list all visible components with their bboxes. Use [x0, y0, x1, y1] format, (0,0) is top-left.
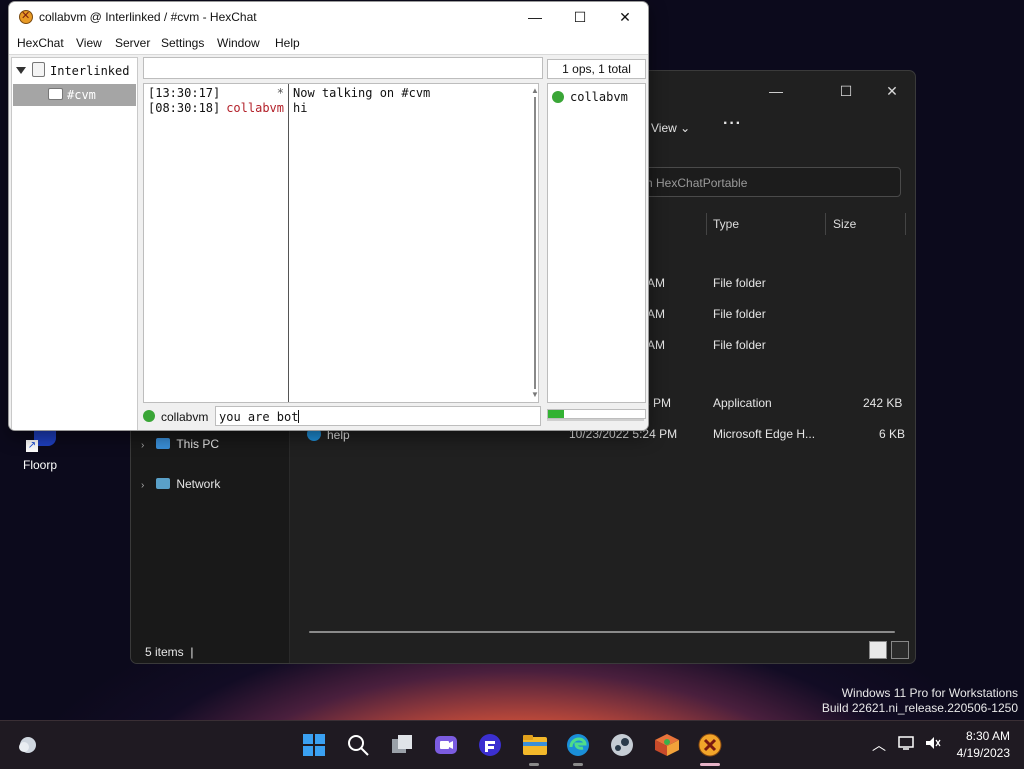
- column-header-type[interactable]: Type: [713, 217, 739, 231]
- file-row-type: File folder: [713, 276, 766, 290]
- menu-settings[interactable]: Settings: [161, 36, 204, 50]
- maximize-icon[interactable]: ☐: [823, 77, 869, 105]
- window-title: collabvm @ Interlinked / #cvm - HexChat: [39, 10, 257, 24]
- edge-icon[interactable]: [566, 733, 590, 757]
- chat-scrollbar[interactable]: ▲ ▼: [530, 85, 540, 401]
- chevron-right-icon: ›: [141, 440, 145, 451]
- expand-triangle-icon[interactable]: [16, 67, 26, 74]
- menu-view[interactable]: View: [76, 36, 102, 50]
- floorp-icon: ↗: [24, 428, 56, 452]
- menu-server[interactable]: Server: [115, 36, 150, 50]
- task-view-icon[interactable]: [390, 733, 414, 757]
- computer-icon: [156, 438, 171, 449]
- weather-icon[interactable]: [16, 734, 40, 758]
- file-row-type: Application: [713, 396, 772, 410]
- package-app-icon[interactable]: [654, 733, 679, 757]
- menu-bar: HexChat View Server Settings Window Help: [9, 32, 648, 55]
- scroll-up-icon[interactable]: ▲: [530, 87, 540, 95]
- horizontal-scrollbar[interactable]: [309, 631, 895, 633]
- close-icon[interactable]: ✕: [605, 6, 645, 28]
- menu-hexchat[interactable]: HexChat: [17, 36, 64, 50]
- system-clock[interactable]: 8:30 AM 4/19/2023: [957, 728, 1010, 762]
- user-list-item[interactable]: collabvm: [552, 90, 628, 104]
- steam-icon[interactable]: [610, 733, 634, 757]
- chevron-down-icon: ⌄: [680, 121, 691, 135]
- floorp-taskbar-icon[interactable]: [478, 733, 502, 757]
- chevron-right-icon: ›: [141, 480, 145, 491]
- file-explorer-icon[interactable]: [522, 733, 547, 757]
- minimize-icon[interactable]: —: [753, 77, 799, 105]
- start-icon[interactable]: [302, 733, 326, 757]
- tree-item-channel[interactable]: #cvm: [13, 84, 136, 106]
- user-count-label: 1 ops, 1 total: [547, 59, 646, 79]
- lag-meter: [547, 409, 646, 419]
- nav-item-this-pc[interactable]: › This PC: [141, 437, 219, 451]
- file-row-type: Microsoft Edge H...: [713, 427, 816, 441]
- scroll-down-icon[interactable]: ▼: [530, 391, 540, 399]
- file-row-type: File folder: [713, 338, 766, 352]
- input-bar: collabvm you are bot: [143, 406, 543, 428]
- minimize-icon[interactable]: —: [515, 6, 555, 28]
- windows-watermark: Windows 11 Pro for Workstations Build 22…: [821, 686, 1018, 715]
- file-row-date[interactable]: AM: [647, 276, 665, 290]
- tree-item-server[interactable]: Interlinked: [16, 62, 129, 78]
- throttle-meter: [547, 419, 644, 421]
- nav-item-network[interactable]: › Network: [141, 477, 220, 491]
- channel-tree: Interlinked #cvm: [11, 57, 138, 430]
- topic-input[interactable]: [143, 57, 543, 79]
- user-status-icon: [552, 91, 564, 103]
- search-icon[interactable]: [346, 733, 370, 757]
- hexchat-icon: [19, 9, 33, 24]
- show-hidden-icons-chevron-icon[interactable]: ︿: [872, 735, 886, 755]
- hexchat-taskbar-icon[interactable]: [698, 733, 722, 757]
- view-button[interactable]: View ⌄: [651, 121, 690, 135]
- server-icon: [32, 62, 45, 77]
- tiles-view-button[interactable]: [891, 641, 909, 659]
- network-icon: [156, 478, 171, 489]
- chat-log[interactable]: [13:30:17] * Now talking on #cvm [08:30:…: [143, 83, 539, 403]
- status-item-count: 5 items |: [145, 645, 194, 659]
- maximize-icon[interactable]: ☐: [560, 6, 600, 28]
- desktop-icon-label: Floorp: [22, 458, 57, 472]
- title-bar[interactable]: collabvm @ Interlinked / #cvm - HexChat …: [9, 2, 648, 32]
- details-view-button[interactable]: [869, 641, 887, 659]
- desktop-icon-floorp[interactable]: ↗ Floorp: [12, 428, 68, 472]
- search-input[interactable]: h HexChatPortable: [635, 167, 901, 197]
- nick-button[interactable]: collabvm: [161, 410, 208, 424]
- column-header-size[interactable]: Size: [833, 217, 856, 231]
- message-nick: *: [276, 86, 284, 100]
- hexchat-window[interactable]: collabvm @ Interlinked / #cvm - HexChat …: [8, 1, 649, 431]
- menu-help[interactable]: Help: [275, 36, 300, 50]
- file-row-date[interactable]: AM: [647, 338, 665, 352]
- more-options-button[interactable]: ···: [723, 115, 742, 133]
- menu-window[interactable]: Window: [217, 36, 260, 50]
- message-text: Now talking on #cvm: [293, 86, 431, 100]
- taskbar: ︿ 8:30 AM 4/19/2023: [0, 720, 1024, 769]
- message-input[interactable]: you are bot: [215, 406, 541, 426]
- message-text: hi: [293, 101, 308, 115]
- chat-bubble-icon: [48, 88, 63, 100]
- teams-chat-icon[interactable]: [434, 733, 458, 757]
- file-row-type: File folder: [713, 307, 766, 321]
- user-list: collabvm: [547, 83, 646, 403]
- file-row-date[interactable]: AM: [647, 307, 665, 321]
- volume-muted-icon[interactable]: [924, 735, 942, 754]
- network-status-icon[interactable]: [898, 735, 916, 754]
- message-nick[interactable]: collabvm: [146, 101, 284, 116]
- file-row-size: 242 KB: [863, 396, 903, 410]
- navigation-pane: › This PC › Network: [131, 423, 290, 663]
- nick-status-icon: [143, 410, 155, 422]
- close-icon[interactable]: ✕: [869, 77, 915, 105]
- file-row-size: 6 KB: [879, 427, 906, 441]
